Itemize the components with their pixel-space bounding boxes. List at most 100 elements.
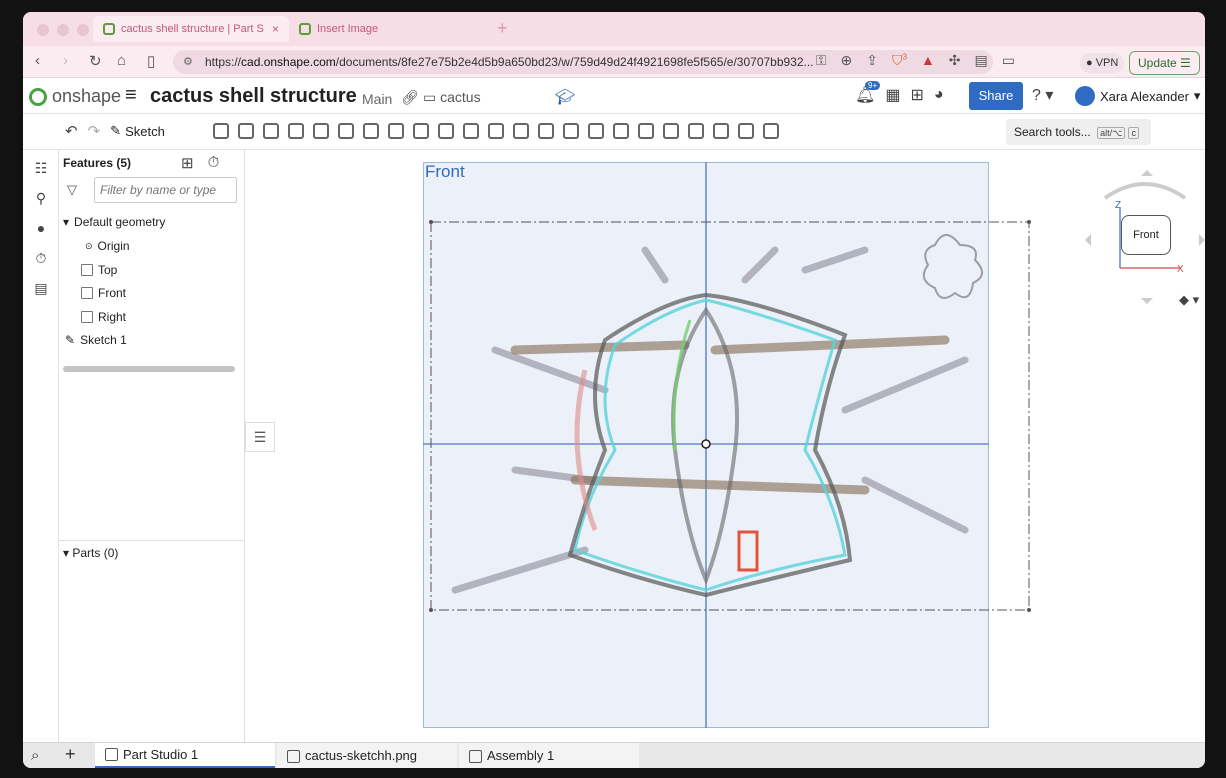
key-icon[interactable]: ⚿ [816, 52, 827, 69]
vpn-button[interactable]: ● VPN [1080, 53, 1125, 73]
onshape-logo[interactable]: onshape [29, 86, 121, 107]
new-tab-button[interactable]: + [497, 18, 508, 39]
z-axis-label: Z [1115, 200, 1121, 211]
release-icon[interactable]: ▦ [885, 85, 900, 105]
thread-icon[interactable] [488, 123, 504, 139]
back-icon[interactable]: ‹ [35, 52, 40, 69]
browser-tab-insert-image[interactable]: Insert Image [289, 16, 485, 42]
bom-icon[interactable]: ▤ [31, 280, 51, 300]
mirror-icon[interactable] [538, 123, 554, 139]
add-custom-feature-icon[interactable]: ⚲ [31, 190, 51, 210]
tab-part-studio-1[interactable]: Part Studio 1 [95, 743, 275, 768]
share-page-icon[interactable]: ⇪ [866, 52, 878, 69]
tree-right-plane[interactable]: Right [81, 310, 126, 324]
tree-sketch-1[interactable]: ✎ Sketch 1 [65, 333, 127, 347]
add-tab-icon[interactable]: + [65, 744, 76, 765]
shortcut-key: c [1128, 127, 1139, 139]
variable-icon[interactable] [688, 123, 704, 139]
pencil-icon: ✎ [110, 123, 122, 138]
branch-label[interactable]: Main [362, 91, 392, 107]
onshape-header: onshape ≡ cactus shell structure Main 🔗︎… [23, 78, 1205, 114]
sketch-button[interactable]: ✎ Sketch [110, 123, 165, 139]
split-icon[interactable] [588, 123, 604, 139]
link-icon[interactable]: 🔗︎ [401, 89, 419, 106]
user-menu[interactable]: Xara Alexander ▾ [1075, 86, 1200, 106]
tab-manager-icon[interactable]: ⌕ [31, 747, 39, 764]
rotate-up-arrow [1141, 170, 1153, 176]
boolean-icon[interactable] [563, 123, 579, 139]
app-store-icon[interactable]: ◕ [934, 86, 944, 104]
forward-icon[interactable]: › [63, 52, 68, 69]
share-button[interactable]: Share [969, 82, 1023, 110]
feature-list-icon[interactable]: ☷ [31, 160, 51, 180]
thicken-icon[interactable] [313, 123, 329, 139]
brave-shield-icon[interactable]: ⛉3 [892, 52, 907, 69]
help-icon[interactable]: ? ▾ [1032, 85, 1053, 105]
close-tab-icon[interactable]: × [272, 22, 279, 36]
insert-icon[interactable] [738, 123, 754, 139]
tree-top-plane[interactable]: Top [81, 263, 117, 277]
graphics-area[interactable]: Front Z X Front ◆ ▾ [245, 150, 1205, 742]
browser-tab-onshape[interactable]: cactus shell structure | Part S × [93, 16, 289, 42]
extrude-icon[interactable] [213, 123, 229, 139]
rollback-timer-icon[interactable]: ⏱︎ [208, 154, 220, 172]
hole-icon[interactable] [463, 123, 479, 139]
zoom-icon[interactable]: ⊕ [841, 52, 853, 69]
search-tools-label: Search tools... [1014, 125, 1091, 139]
comments-icon[interactable]: ● [31, 220, 51, 240]
apps-icon[interactable]: ⊞ [910, 85, 923, 105]
onshape-favicon-icon [103, 23, 115, 35]
home-icon[interactable]: ⌂ [117, 52, 126, 69]
extensions-icon[interactable]: ✣ [949, 52, 961, 69]
sweep-icon[interactable] [263, 123, 279, 139]
document-menu-icon[interactable]: ≡ [125, 84, 137, 107]
sheet-metal-icon[interactable] [663, 123, 679, 139]
chamfer-icon[interactable] [363, 123, 379, 139]
brave-rewards-icon[interactable]: ▲ [921, 52, 935, 69]
plane-icon[interactable] [613, 123, 629, 139]
feature-list-toggle-icon[interactable]: ☰ [245, 422, 275, 452]
search-tools-button[interactable]: Search tools... alt/⌥ c [1006, 119, 1151, 145]
window-controls[interactable] [37, 24, 89, 36]
tree-default-geometry[interactable]: ▾ Default geometry [63, 215, 165, 229]
draft-icon[interactable] [388, 123, 404, 139]
section-icon[interactable] [713, 123, 729, 139]
tab-cactus-sketch[interactable]: cactus-sketchh.png [277, 743, 457, 768]
parts-list-header[interactable]: ▾ Parts (0) [63, 546, 118, 560]
view-cube-front[interactable]: Front [1121, 215, 1171, 255]
browser-window: cactus shell structure | Part S × Insert… [23, 12, 1205, 768]
sketch-icon: ✎ [65, 333, 76, 347]
undo-icon[interactable]: ↶ [65, 122, 78, 140]
redo-icon[interactable]: ↷ [88, 122, 101, 140]
pattern-icon[interactable] [513, 123, 529, 139]
fillet-icon[interactable] [338, 123, 354, 139]
bookmark-icon[interactable]: ▯ [147, 52, 155, 70]
tree-origin[interactable]: ⊙ Origin [85, 239, 130, 253]
wallet-icon[interactable]: ▭ [1002, 52, 1015, 69]
onshape-logo-icon [29, 87, 47, 106]
onshape-favicon-icon [299, 23, 311, 35]
revolve-icon[interactable] [238, 123, 254, 139]
loft-icon[interactable] [288, 123, 304, 139]
fit-icon[interactable] [763, 123, 779, 139]
mate-connector-icon[interactable] [638, 123, 654, 139]
view-options-icon[interactable]: ◆ ▾ [1179, 292, 1199, 308]
folder-name: cactus [440, 89, 481, 105]
site-settings-icon[interactable]: ⚙ [183, 50, 193, 74]
reload-icon[interactable]: ↻ [89, 52, 102, 70]
feature-scrollbar[interactable] [63, 366, 235, 372]
tab-assembly-1[interactable]: Assembly 1 [459, 743, 639, 768]
folder-breadcrumb[interactable]: ▭ cactus [423, 89, 481, 106]
learning-center-icon[interactable]: 🎓︎ [555, 87, 575, 107]
origin-icon: ⊙ [85, 240, 93, 251]
sketch-canvas[interactable] [245, 150, 1205, 742]
update-button[interactable]: Update ☰ [1129, 51, 1200, 75]
tree-front-plane[interactable]: Front [81, 286, 126, 300]
shell-icon[interactable] [438, 123, 454, 139]
rib-icon[interactable] [413, 123, 429, 139]
sidebar-icon[interactable]: ▤ [975, 52, 988, 69]
history-icon[interactable]: ⏱︎ [31, 250, 51, 270]
document-title[interactable]: cactus shell structure [150, 85, 357, 108]
add-folder-icon[interactable]: ⊞ [181, 154, 194, 172]
feature-filter-input[interactable] [94, 177, 237, 203]
